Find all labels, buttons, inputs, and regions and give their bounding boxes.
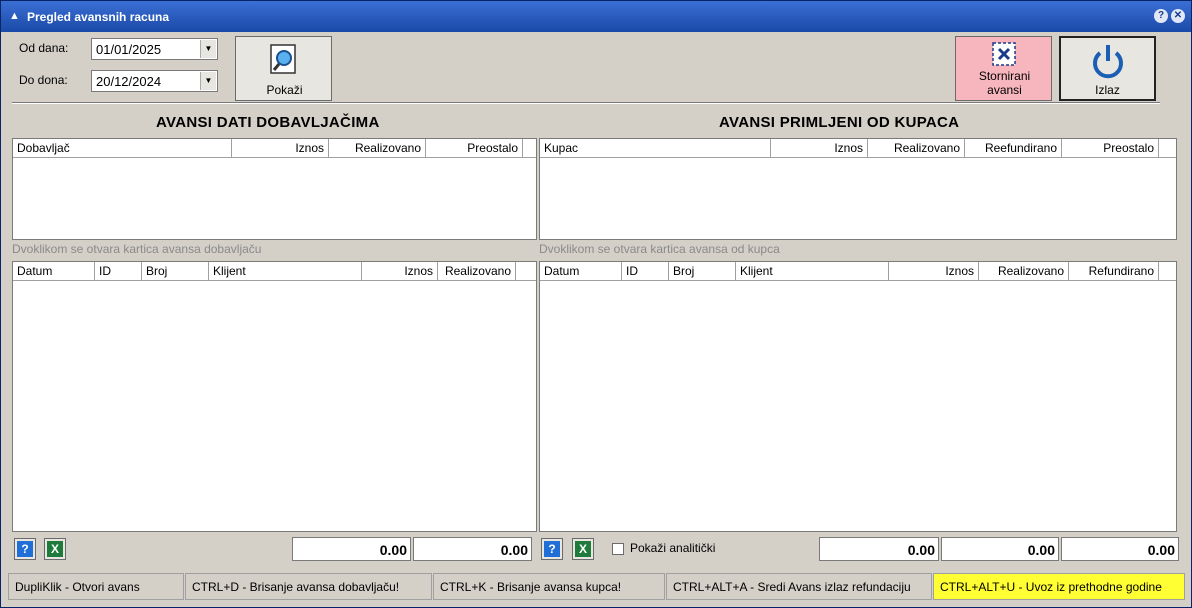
column-header[interactable]: Realizovano <box>438 262 516 281</box>
excel-icon: X <box>575 541 591 557</box>
column-header[interactable]: Klijent <box>209 262 362 281</box>
column-header[interactable]: Realizovano <box>329 139 426 158</box>
customers-total-amount: 0.00 <box>819 537 939 561</box>
column-header[interactable]: Iznos <box>771 139 868 158</box>
suppliers-detail-grid[interactable]: Datum ID Broj Klijent Iznos Realizovano <box>12 261 537 532</box>
suppliers-summary-grid[interactable]: Dobavljač Iznos Realizovano Preostalo <box>12 138 537 240</box>
from-date-value: 01/01/2025 <box>96 42 162 57</box>
suppliers-total-realized: 0.00 <box>413 537 532 561</box>
help-button[interactable]: ? <box>14 538 36 560</box>
cancelled-label-1: Stornirani <box>978 69 1031 83</box>
show-analytics-label: Pokaži analitički <box>630 541 716 555</box>
to-date-value: 20/12/2024 <box>96 74 162 89</box>
status-delete-supplier: CTRL+D - Brisanje avansa dobavljaču! <box>185 573 432 600</box>
toolbar-separator <box>12 102 1160 104</box>
close-button[interactable]: ✕ <box>1171 9 1185 23</box>
grid-header: Datum ID Broj Klijent Iznos Realizovano <box>13 262 536 281</box>
from-date-select[interactable]: 01/01/2025 ▼ <box>91 38 218 60</box>
show-button[interactable]: Pokaži <box>235 36 332 101</box>
grid-header: Kupac Iznos Realizovano Reefundirano Pre… <box>540 139 1176 158</box>
column-header[interactable]: Refundirano <box>1069 262 1159 281</box>
column-header[interactable]: Realizovano <box>979 262 1069 281</box>
column-header[interactable]: Klijent <box>736 262 889 281</box>
app-icon: ▲ <box>9 10 20 22</box>
column-header[interactable]: Dobavljač <box>13 139 232 158</box>
power-icon <box>1093 45 1123 79</box>
status-import-previous-year: CTRL+ALT+U - Uvoz iz prethodne godine <box>933 573 1185 600</box>
chevron-down-icon[interactable]: ▼ <box>200 72 216 90</box>
suppliers-hint: Dvoklikom se otvara kartica avansa dobav… <box>12 242 262 256</box>
column-header[interactable]: ID <box>622 262 669 281</box>
excel-export-button[interactable]: X <box>572 538 594 560</box>
help-button[interactable]: ? <box>541 538 563 560</box>
excel-icon: X <box>47 541 63 557</box>
column-header[interactable]: Preostalo <box>426 139 523 158</box>
customers-detail-grid[interactable]: Datum ID Broj Klijent Iznos Realizovano … <box>539 261 1177 532</box>
column-header[interactable]: Preostalo <box>1062 139 1159 158</box>
status-double-click: DupliKlik - Otvori avans <box>8 573 184 600</box>
customers-summary-grid[interactable]: Kupac Iznos Realizovano Reefundirano Pre… <box>539 138 1177 240</box>
column-header[interactable]: Datum <box>13 262 95 281</box>
to-date-select[interactable]: 20/12/2024 ▼ <box>91 70 218 92</box>
excel-export-button[interactable]: X <box>44 538 66 560</box>
grid-header: Dobavljač Iznos Realizovano Preostalo <box>13 139 536 158</box>
chevron-down-icon[interactable]: ▼ <box>200 40 216 58</box>
customers-title: AVANSI PRIMLJENI OD KUPACA <box>719 114 960 131</box>
grid-header: Datum ID Broj Klijent Iznos Realizovano … <box>540 262 1176 281</box>
help-title-button[interactable]: ? <box>1154 9 1168 23</box>
main-window: ▲ Pregled avansnih racuna ? ✕ Od dana: 0… <box>0 0 1192 608</box>
show-analytics-checkbox[interactable] <box>612 543 624 555</box>
to-date-label: Do dona: <box>19 73 68 87</box>
from-date-label: Od dana: <box>19 41 69 55</box>
status-delete-customer: CTRL+K - Brisanje avansa kupca! <box>433 573 665 600</box>
column-header[interactable]: Iznos <box>232 139 329 158</box>
suppliers-total-amount: 0.00 <box>292 537 411 561</box>
column-header[interactable]: Broj <box>669 262 736 281</box>
magnifier-icon <box>270 44 296 74</box>
column-header[interactable]: Reefundirano <box>965 139 1062 158</box>
exit-button[interactable]: Izlaz <box>1059 36 1156 101</box>
cancelled-label-2: avansi <box>987 83 1022 97</box>
column-header[interactable]: Iznos <box>889 262 979 281</box>
status-refund: CTRL+ALT+A - Sredi Avans izlaz refundaci… <box>666 573 932 600</box>
customers-total-realized: 0.00 <box>941 537 1059 561</box>
exit-button-label: Izlaz <box>1095 83 1120 97</box>
customers-hint: Dvoklikom se otvara kartica avansa od ku… <box>539 242 780 256</box>
column-header[interactable]: Iznos <box>362 262 438 281</box>
column-header[interactable]: Datum <box>540 262 622 281</box>
window-title: Pregled avansnih racuna <box>27 10 170 24</box>
title-bar[interactable]: ▲ Pregled avansnih racuna ? ✕ <box>1 1 1191 32</box>
show-button-label: Pokaži <box>266 83 303 97</box>
help-icon: ? <box>17 541 33 557</box>
help-icon: ? <box>544 541 560 557</box>
customers-total-refunded: 0.00 <box>1061 537 1179 561</box>
cancel-icon <box>992 42 1016 66</box>
column-header[interactable]: Kupac <box>540 139 771 158</box>
column-header[interactable]: ID <box>95 262 142 281</box>
column-header[interactable]: Broj <box>142 262 209 281</box>
cancelled-advances-button[interactable]: Stornirani avansi <box>955 36 1052 101</box>
column-header[interactable]: Realizovano <box>868 139 965 158</box>
suppliers-title: AVANSI DATI DOBAVLJAČIMA <box>156 114 380 131</box>
